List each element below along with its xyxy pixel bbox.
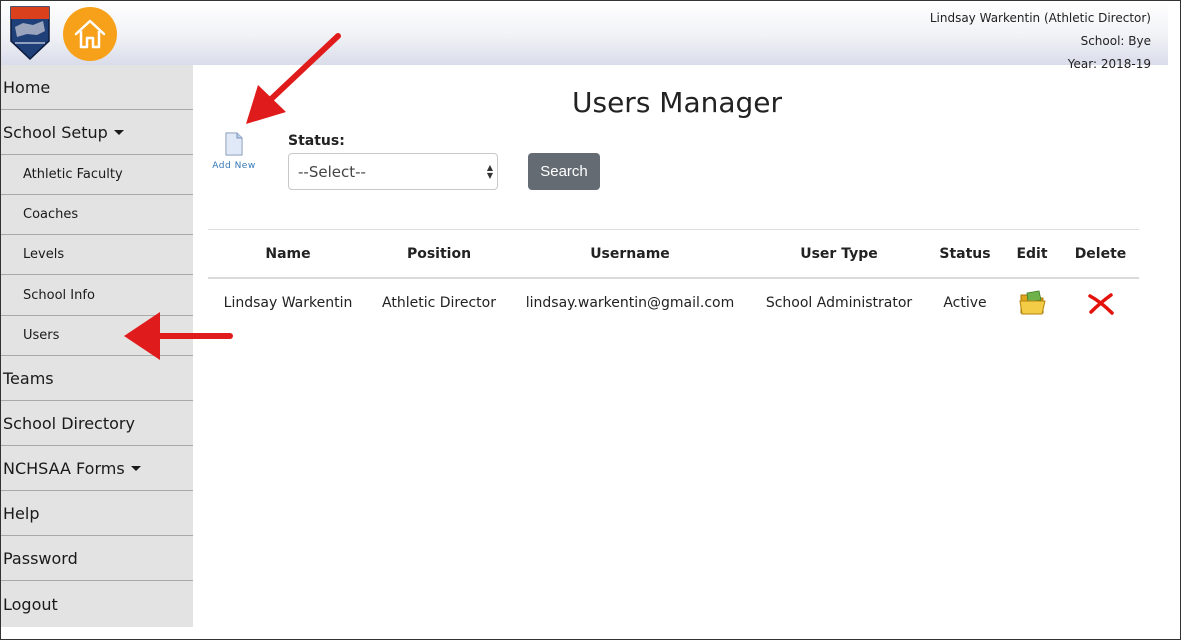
sidebar-item-label: School Info	[23, 287, 95, 303]
add-new-label: Add New	[212, 161, 256, 171]
column-header-username[interactable]: Username	[510, 246, 750, 262]
sidebar-item-label: Teams	[3, 368, 54, 388]
status-select-value: --Select--	[298, 162, 366, 181]
status-filter-label: Status:	[288, 133, 345, 149]
delete-button[interactable]	[1087, 293, 1115, 319]
sidebar-item-teams[interactable]: Teams	[1, 356, 193, 401]
caret-down-icon	[113, 129, 124, 135]
page-title: Users Manager	[572, 86, 783, 119]
home-icon	[74, 19, 106, 49]
sidebar-item-label: Users	[23, 328, 60, 343]
current-year: Year: 2018-19	[1067, 57, 1151, 71]
sidebar-item-nchsaa-forms[interactable]: NCHSAA Forms	[1, 446, 193, 491]
column-header-name[interactable]: Name	[208, 246, 368, 262]
sidebar-item-label: Help	[3, 503, 40, 523]
edit-button[interactable]	[1019, 290, 1047, 320]
sidebar-item-athletic-faculty[interactable]: Athletic Faculty	[1, 155, 193, 195]
cell-position: Athletic Director	[382, 295, 496, 311]
sidebar-item-logout[interactable]: Logout	[1, 581, 193, 627]
column-header-delete: Delete	[1074, 246, 1127, 262]
current-school: School: Bye	[1080, 34, 1151, 48]
sidebar-item-label: Home	[3, 77, 51, 97]
sidebar: Home School Setup Athletic Faculty Coach…	[1, 65, 193, 627]
app-header: Lindsay Warkentin (Athletic Director) Sc…	[1, 1, 1168, 71]
sidebar-item-label: Athletic Faculty	[23, 167, 123, 182]
column-header-user-type[interactable]: User Type	[750, 246, 928, 262]
sidebar-item-password[interactable]: Password	[1, 536, 193, 581]
sidebar-item-school-directory[interactable]: School Directory	[1, 401, 193, 446]
column-header-edit: Edit	[1016, 246, 1048, 262]
sidebar-item-label: Password	[3, 548, 78, 568]
sidebar-item-label: NCHSAA Forms	[3, 458, 125, 478]
cell-status: Active	[943, 295, 987, 311]
table-header: Name Position Username User Type Status …	[208, 229, 1139, 279]
select-arrows-icon: ▲ ▼	[486, 163, 493, 180]
caret-down-icon	[130, 465, 141, 471]
search-button[interactable]: Search	[528, 153, 600, 190]
sidebar-item-help[interactable]: Help	[1, 491, 193, 536]
sidebar-item-label: School Directory	[3, 413, 135, 433]
nchsaa-logo[interactable]	[9, 5, 51, 61]
cell-name: Lindsay Warkentin	[223, 295, 353, 311]
column-header-position[interactable]: Position	[368, 246, 510, 262]
red-x-icon	[1088, 293, 1114, 315]
column-header-status[interactable]: Status	[928, 246, 1002, 262]
current-user: Lindsay Warkentin (Athletic Director)	[929, 11, 1151, 25]
sidebar-item-users[interactable]: Users	[1, 316, 193, 356]
sidebar-item-label: Coaches	[23, 207, 79, 222]
sidebar-item-home[interactable]: Home	[1, 65, 193, 110]
status-select[interactable]: --Select-- ▲ ▼	[288, 153, 498, 190]
cell-user-type: School Administrator	[765, 295, 913, 311]
folder-icon	[1019, 290, 1046, 315]
new-document-icon	[225, 132, 243, 156]
sidebar-item-label: Levels	[23, 247, 65, 262]
sidebar-item-label: School Setup	[3, 122, 108, 142]
sidebar-item-coaches[interactable]: Coaches	[1, 195, 193, 235]
sidebar-item-school-setup[interactable]: School Setup	[1, 110, 193, 155]
cell-username: lindsay.warkentin@gmail.com	[525, 295, 735, 311]
sidebar-item-levels[interactable]: Levels	[1, 235, 193, 275]
sidebar-item-school-info[interactable]: School Info	[1, 275, 193, 316]
add-new-button[interactable]: Add New	[209, 132, 259, 171]
home-button[interactable]	[63, 7, 117, 61]
user-info: Lindsay Warkentin (Athletic Director) Sc…	[930, 7, 1151, 76]
sidebar-item-label: Logout	[3, 594, 58, 614]
